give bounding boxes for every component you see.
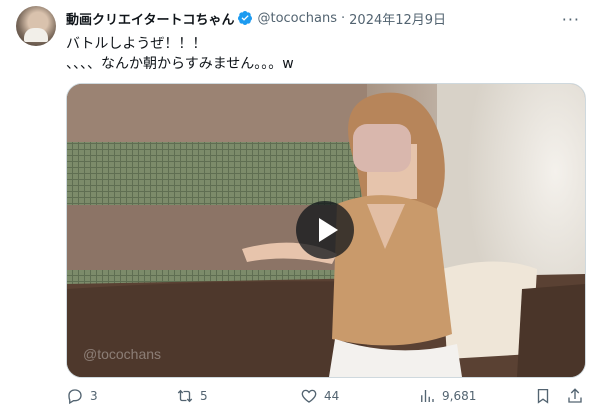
retweet-icon xyxy=(177,389,193,403)
tweet-text-line-2: 、、、、なんか朝からすみません。。。w xyxy=(66,56,294,72)
share-button[interactable] xyxy=(566,386,584,406)
tweet-actions: 3 5 44 9,681 xyxy=(66,386,584,406)
tweet-text-line-1: バトルしようぜ！！！ xyxy=(66,36,207,52)
tweet-text: バトルしようぜ！！！ 、、、、なんか朝からすみません。。。w xyxy=(66,34,566,74)
reply-count: 3 xyxy=(90,389,98,403)
share-icon xyxy=(568,388,582,403)
like-button[interactable]: 44 xyxy=(300,386,339,406)
views-button[interactable]: 9,681 xyxy=(418,386,476,406)
view-count: 9,681 xyxy=(442,389,477,403)
media-watermark: @tocochans xyxy=(83,346,161,362)
reply-icon xyxy=(68,389,82,405)
more-options-icon[interactable]: ··· xyxy=(562,10,580,29)
tweet-date[interactable]: 2024年12月9日 xyxy=(349,9,446,28)
like-count: 44 xyxy=(324,389,340,403)
reply-button[interactable]: 3 xyxy=(66,386,98,406)
separator-dot: · xyxy=(341,10,346,26)
verified-badge-icon xyxy=(238,11,253,25)
bookmark-button[interactable] xyxy=(534,386,552,406)
user-handle[interactable]: @tocochans xyxy=(257,11,337,26)
heart-icon xyxy=(301,389,317,403)
display-name[interactable]: 動画クリエイタートコちゃん xyxy=(66,9,234,28)
tweet-header: 動画クリエイタートコちゃん @tocochans · 2024年12月9日 xyxy=(66,8,582,28)
author-avatar[interactable] xyxy=(16,6,56,46)
bookmark-icon xyxy=(537,388,549,404)
retweet-button[interactable]: 5 xyxy=(176,386,208,406)
views-chart-icon xyxy=(421,390,434,402)
video-player[interactable]: @tocochans xyxy=(66,83,586,378)
retweet-count: 5 xyxy=(200,389,208,403)
play-button-icon[interactable] xyxy=(296,201,354,259)
